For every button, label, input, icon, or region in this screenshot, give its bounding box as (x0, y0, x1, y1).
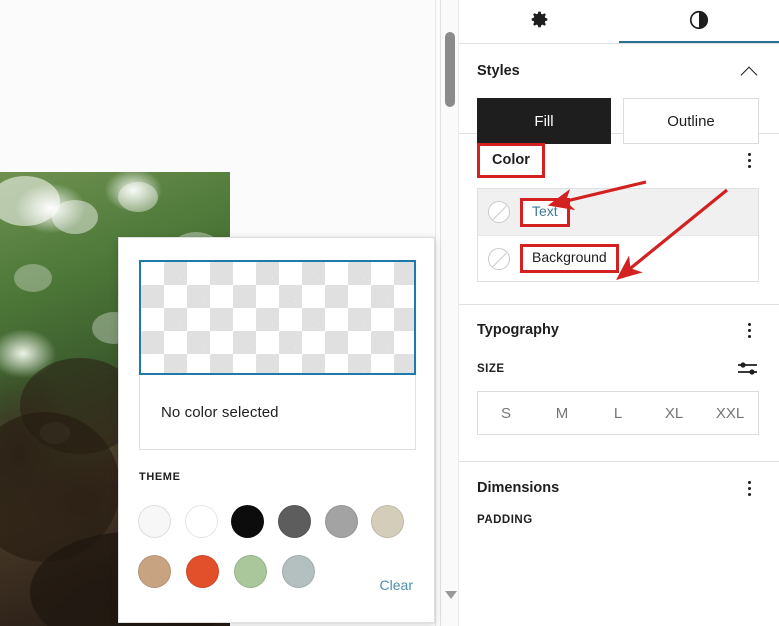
swatch-cell (138, 546, 186, 596)
swatch-cell (231, 496, 278, 546)
typography-section: Typography SIZE S M L XL XXL (459, 305, 779, 462)
dimensions-section-header: Dimensions (459, 462, 779, 514)
swatch-tan[interactable] (138, 554, 171, 588)
sliders-icon[interactable] (737, 360, 759, 378)
swatch-cell (282, 546, 330, 596)
color-title-highlight: Color (477, 142, 545, 178)
color-more-options-icon[interactable] (737, 147, 761, 173)
swatch-cell (186, 546, 234, 596)
background-label-highlight: Background (520, 244, 619, 273)
color-rows-list: Text Background (477, 188, 759, 282)
chevron-up-icon[interactable] (739, 60, 761, 82)
swatch-white[interactable] (184, 504, 218, 538)
swatch-dark-gray[interactable] (278, 504, 312, 538)
color-preview-transparent[interactable] (139, 260, 416, 375)
typography-more-options-icon[interactable] (737, 317, 761, 343)
gear-icon (529, 9, 550, 35)
swatch-gray[interactable] (324, 504, 358, 538)
swatch-cell (371, 496, 418, 546)
font-size-option-l[interactable]: L (590, 405, 646, 422)
color-row-background-label: Background (532, 249, 607, 265)
swatch-cell (138, 496, 185, 546)
color-row-background[interactable]: Background (478, 235, 758, 281)
color-section: Color Text Background (459, 134, 779, 305)
font-size-option-m[interactable]: M (534, 405, 590, 422)
font-size-label: SIZE (477, 363, 505, 375)
contrast-half-circle-icon (688, 9, 710, 36)
tab-block-settings[interactable] (459, 0, 619, 44)
font-size-option-xl[interactable]: XL (646, 405, 702, 422)
theme-swatch-row-2 (138, 546, 418, 596)
typography-title: Typography (477, 322, 559, 338)
color-title: Color (492, 151, 530, 168)
no-color-selected-box: No color selected (139, 375, 416, 450)
swatch-cell (184, 496, 232, 546)
dimensions-more-options-icon[interactable] (737, 475, 761, 501)
color-picker-popover: No color selected THEME Clear (118, 237, 435, 623)
sidebar-tabs (459, 0, 779, 44)
styles-section-header: Styles (459, 44, 779, 98)
padding-label: PADDING (477, 514, 533, 526)
font-size-option-s[interactable]: S (478, 405, 534, 422)
swatch-cell (278, 496, 325, 546)
theme-palette-label: THEME (139, 471, 181, 483)
swatch-sage-green[interactable] (234, 554, 267, 588)
swatch-beige[interactable] (371, 504, 405, 538)
no-color-selected-label: No color selected (161, 403, 279, 421)
scroll-down-arrow-icon[interactable] (445, 591, 457, 599)
theme-swatch-grid (138, 496, 418, 596)
color-row-text-label: Text (532, 202, 558, 219)
dimensions-title: Dimensions (477, 480, 560, 496)
text-label-highlight: Text (520, 197, 570, 227)
color-row-text[interactable]: Text (478, 189, 758, 235)
font-size-option-xxl[interactable]: XXL (702, 405, 758, 422)
sidebar-scrollbar-thumb[interactable] (445, 32, 455, 107)
swatch-cell (324, 496, 372, 546)
styles-section: Styles Fill Outline (459, 44, 779, 144)
font-size-segmented-control: S M L XL XXL (477, 391, 759, 435)
dimensions-section: Dimensions PADDING (459, 462, 779, 552)
theme-swatch-row-1 (138, 496, 418, 546)
canvas-divider (435, 0, 436, 626)
swatch-black[interactable] (231, 504, 265, 538)
color-section-header: Color (459, 134, 779, 186)
font-size-row: SIZE (459, 355, 779, 383)
no-color-swatch-icon (488, 247, 510, 270)
swatch-white-smoke[interactable] (138, 504, 171, 538)
clear-color-button[interactable]: Clear (380, 577, 413, 593)
sidebar-scrollbar[interactable] (441, 0, 459, 626)
block-settings-sidebar: Styles Fill Outline Color Text Backgroun… (440, 0, 779, 626)
swatch-cell (234, 546, 282, 596)
typography-section-header: Typography (459, 305, 779, 355)
no-color-swatch-icon (488, 201, 510, 223)
swatch-orange[interactable] (186, 554, 219, 588)
tab-styles[interactable] (619, 0, 779, 44)
swatch-blue-gray[interactable] (282, 554, 315, 588)
styles-title: Styles (477, 63, 520, 79)
